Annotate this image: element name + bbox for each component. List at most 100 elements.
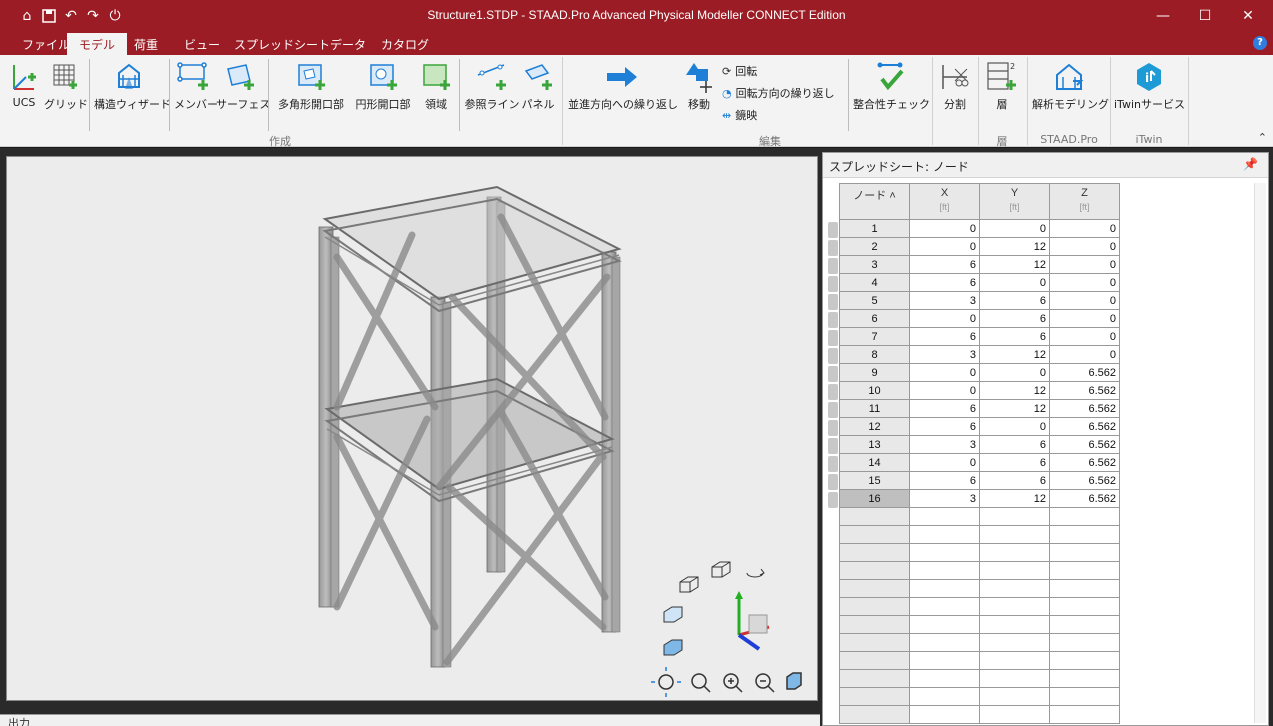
- empty-cell[interactable]: [909, 633, 980, 652]
- ucs-button[interactable]: UCS: [8, 59, 40, 109]
- empty-cell[interactable]: [1049, 561, 1120, 580]
- itwin-services-button[interactable]: i iTwinサービス: [1114, 59, 1185, 112]
- node-id-cell[interactable]: 9: [839, 363, 910, 382]
- column-header-z[interactable]: Z [ft]: [1049, 183, 1120, 220]
- empty-table-row[interactable]: [839, 705, 1120, 724]
- mirror-button[interactable]: ⇹ 鏡映: [722, 107, 757, 123]
- empty-cell[interactable]: [1049, 525, 1120, 544]
- x-cell[interactable]: 6: [909, 471, 980, 490]
- panel-button[interactable]: パネル: [520, 59, 556, 112]
- empty-table-row[interactable]: [839, 669, 1120, 688]
- node-id-cell[interactable]: 4: [839, 273, 910, 292]
- node-id-cell[interactable]: 7: [839, 327, 910, 346]
- empty-cell[interactable]: [839, 507, 910, 526]
- empty-table-row[interactable]: [839, 633, 1120, 652]
- empty-cell[interactable]: [1049, 669, 1120, 688]
- z-cell[interactable]: 6.562: [1049, 363, 1120, 382]
- empty-table-row[interactable]: [839, 543, 1120, 562]
- y-cell[interactable]: 6: [979, 471, 1050, 490]
- consistency-check-button[interactable]: 整合性チェック: [853, 59, 930, 112]
- z-cell[interactable]: 6.562: [1049, 435, 1120, 454]
- empty-cell[interactable]: [1049, 633, 1120, 652]
- node-id-cell[interactable]: 3: [839, 255, 910, 274]
- table-row[interactable]: 5360: [839, 291, 1120, 310]
- circular-repeat-button[interactable]: ◔ 回転方向の繰り返し: [722, 85, 835, 101]
- y-cell[interactable]: 12: [979, 489, 1050, 508]
- region-button[interactable]: 領域: [418, 59, 454, 112]
- table-row[interactable]: 16 3 12 6.562: [839, 489, 1120, 508]
- node-id-cell[interactable]: 1: [839, 219, 910, 238]
- z-cell[interactable]: 6.562: [1049, 381, 1120, 400]
- table-row[interactable]: 13 3 6 6.562: [839, 435, 1120, 454]
- row-selector[interactable]: [828, 384, 838, 400]
- x-cell[interactable]: 0: [909, 363, 980, 382]
- empty-cell[interactable]: [909, 507, 980, 526]
- table-row[interactable]: 15 6 6 6.562: [839, 471, 1120, 490]
- vertical-scrollbar[interactable]: [1254, 183, 1266, 723]
- node-id-cell[interactable]: 12: [839, 417, 910, 436]
- row-selector[interactable]: [828, 258, 838, 274]
- row-selector[interactable]: [828, 330, 838, 346]
- empty-table-row[interactable]: [839, 579, 1120, 598]
- z-cell[interactable]: 0: [1049, 255, 1120, 274]
- empty-cell[interactable]: [1049, 615, 1120, 634]
- node-id-cell[interactable]: 8: [839, 345, 910, 364]
- table-row[interactable]: 3 6 12 0: [839, 255, 1120, 274]
- z-cell[interactable]: 0: [1049, 327, 1120, 346]
- x-cell[interactable]: 0: [909, 219, 980, 238]
- node-id-cell[interactable]: 11: [839, 399, 910, 418]
- empty-cell[interactable]: [839, 561, 910, 580]
- split-button[interactable]: 分割: [937, 59, 973, 112]
- y-cell[interactable]: 0: [979, 219, 1050, 238]
- empty-cell[interactable]: [979, 525, 1050, 544]
- row-selector[interactable]: [828, 222, 838, 238]
- x-cell[interactable]: 6: [909, 399, 980, 418]
- empty-cell[interactable]: [909, 525, 980, 544]
- collapse-ribbon-icon[interactable]: ⌃: [1258, 131, 1267, 144]
- table-row[interactable]: 8 3 12 0: [839, 345, 1120, 364]
- empty-cell[interactable]: [1049, 579, 1120, 598]
- row-selector[interactable]: [828, 240, 838, 256]
- row-selector[interactable]: [828, 294, 838, 310]
- tab-model[interactable]: モデル: [67, 33, 128, 55]
- table-row[interactable]: 6060: [839, 309, 1120, 328]
- empty-cell[interactable]: [839, 579, 910, 598]
- y-cell[interactable]: 12: [979, 399, 1050, 418]
- table-row[interactable]: 14 0 6 6.562: [839, 453, 1120, 472]
- node-id-cell[interactable]: 2: [839, 237, 910, 256]
- empty-cell[interactable]: [1049, 543, 1120, 562]
- close-button[interactable]: ✕: [1228, 4, 1268, 28]
- z-cell[interactable]: 0: [1049, 345, 1120, 364]
- pin-icon[interactable]: 📌: [1243, 157, 1258, 171]
- x-cell[interactable]: 6: [909, 327, 980, 346]
- x-cell[interactable]: 3: [909, 489, 980, 508]
- column-header-y[interactable]: Y [ft]: [979, 183, 1050, 220]
- x-cell[interactable]: 6: [909, 255, 980, 274]
- z-cell[interactable]: 0: [1049, 273, 1120, 292]
- z-cell[interactable]: 0: [1049, 219, 1120, 238]
- y-cell[interactable]: 6: [979, 309, 1050, 328]
- empty-cell[interactable]: [979, 669, 1050, 688]
- x-cell[interactable]: 3: [909, 435, 980, 454]
- tab-catalog[interactable]: カタログ: [369, 33, 441, 55]
- row-selector[interactable]: [828, 420, 838, 436]
- column-header-x[interactable]: X [ft]: [909, 183, 980, 220]
- empty-cell[interactable]: [839, 651, 910, 670]
- empty-cell[interactable]: [839, 687, 910, 706]
- empty-cell[interactable]: [979, 543, 1050, 562]
- circular-opening-button[interactable]: 円形開口部: [352, 59, 414, 112]
- empty-cell[interactable]: [839, 669, 910, 688]
- column-header-node[interactable]: ノード ˄: [839, 183, 910, 220]
- empty-cell[interactable]: [1049, 651, 1120, 670]
- table-row[interactable]: 7660: [839, 327, 1120, 346]
- empty-cell[interactable]: [1049, 687, 1120, 706]
- y-cell[interactable]: 12: [979, 255, 1050, 274]
- level-button[interactable]: 2 層: [982, 59, 1022, 112]
- move-button[interactable]: 移動: [682, 59, 716, 112]
- empty-cell[interactable]: [909, 669, 980, 688]
- minimize-button[interactable]: —: [1143, 4, 1183, 28]
- row-selector[interactable]: [828, 312, 838, 328]
- y-cell[interactable]: 6: [979, 291, 1050, 310]
- empty-cell[interactable]: [839, 543, 910, 562]
- output-panel-header[interactable]: 出力: [0, 714, 820, 726]
